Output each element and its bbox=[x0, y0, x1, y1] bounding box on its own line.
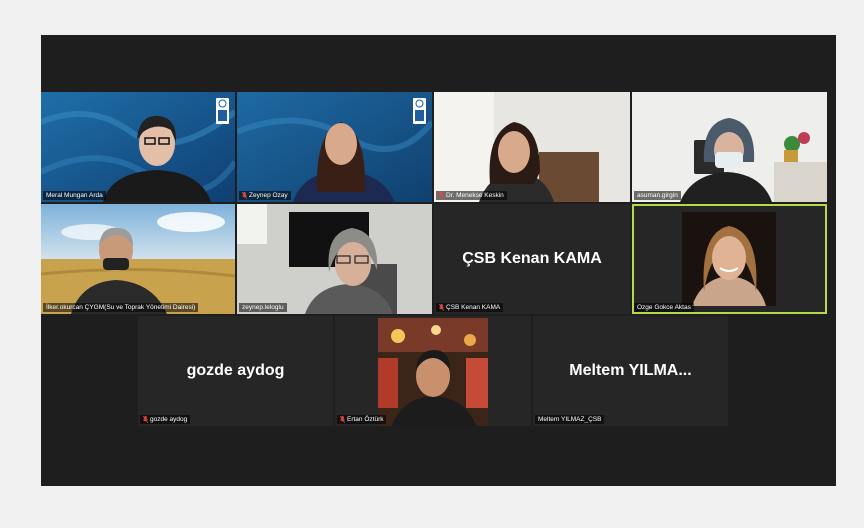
participant-name-label: ÇSB Kenan KAMA bbox=[436, 303, 504, 312]
participant-video bbox=[41, 92, 235, 202]
participant-name-label: Ertan Öztürk bbox=[337, 415, 387, 424]
participant-video bbox=[41, 204, 235, 314]
participant-tile[interactable]: Meral Mungan Arda bbox=[41, 92, 235, 202]
participant-name-label: Meral Mungan Arda bbox=[43, 191, 106, 200]
participant-video bbox=[682, 212, 776, 306]
participant-display-name: gozde aydog bbox=[186, 362, 285, 379]
participant-name-label: Dr. Menekse Keskin bbox=[436, 191, 507, 200]
undp-logo bbox=[413, 98, 426, 124]
participant-video bbox=[378, 318, 488, 426]
participant-name-label: gozde aydog bbox=[140, 415, 191, 424]
muted-mic-icon bbox=[439, 192, 444, 199]
participant-video bbox=[632, 92, 827, 202]
undp-logo bbox=[216, 98, 229, 124]
participant-tile[interactable]: İlker.okurcan ÇYGM(Su ve Toprak Yönetimi… bbox=[41, 204, 235, 314]
participant-name-label: zeynep.leloglu bbox=[239, 303, 287, 312]
muted-mic-icon bbox=[340, 416, 345, 423]
participant-video bbox=[434, 92, 630, 202]
participant-tile[interactable]: gozde aydog gozde aydog bbox=[138, 316, 333, 426]
participant-tile[interactable]: Ertan Öztürk bbox=[335, 316, 531, 426]
participant-tile[interactable]: Dr. Menekse Keskin bbox=[434, 92, 630, 202]
meeting-gallery-view: Meral Mungan Arda Zeynep Ozay Dr. Meneks… bbox=[41, 35, 836, 486]
participant-video bbox=[237, 92, 432, 202]
participant-tile[interactable]: Zeynep Ozay bbox=[237, 92, 432, 202]
participant-tile-active-speaker[interactable]: Ozge Gokce Aktas bbox=[632, 204, 827, 314]
participant-display-name: Meltem YILMA... bbox=[569, 362, 692, 379]
participant-tile[interactable]: Meltem YILMA... Meltem YILMAZ_ÇSB bbox=[533, 316, 728, 426]
participant-tile[interactable]: ÇSB Kenan KAMA ÇSB Kenan KAMA bbox=[434, 204, 630, 314]
participant-video bbox=[237, 204, 432, 314]
participant-name-label: Ozge Gokce Aktas bbox=[634, 303, 694, 312]
participant-name-label: Zeynep Ozay bbox=[239, 191, 291, 200]
muted-mic-icon bbox=[143, 416, 148, 423]
participant-name-label: İlker.okurcan ÇYGM(Su ve Toprak Yönetimi… bbox=[43, 303, 199, 312]
muted-mic-icon bbox=[242, 192, 247, 199]
participant-name-label: asuman.girgin bbox=[634, 191, 681, 200]
participant-display-name: ÇSB Kenan KAMA bbox=[462, 250, 602, 267]
participant-tile[interactable]: zeynep.leloglu bbox=[237, 204, 432, 314]
muted-mic-icon bbox=[439, 304, 444, 311]
participant-name-label: Meltem YILMAZ_ÇSB bbox=[535, 415, 605, 424]
participant-tile[interactable]: asuman.girgin bbox=[632, 92, 827, 202]
